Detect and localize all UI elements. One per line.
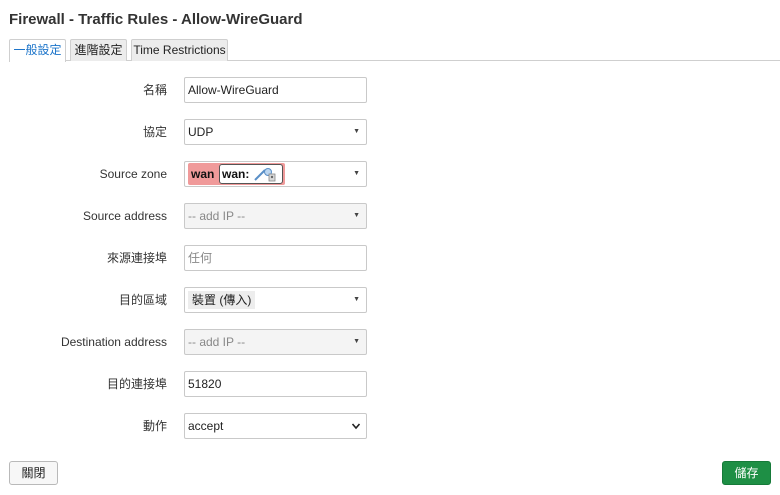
name-row: 名稱 Allow-WireGuard bbox=[0, 77, 780, 103]
destination-zone-value: 裝置 (傳入) bbox=[188, 291, 256, 309]
source-port-input[interactable]: 任何 bbox=[184, 245, 367, 271]
page-title: Firewall - Traffic Rules - Allow-WireGua… bbox=[9, 11, 303, 28]
action-select[interactable]: accept bbox=[184, 413, 367, 439]
chevron-down-icon bbox=[351, 423, 361, 430]
source-zone-label: Source zone bbox=[99, 167, 167, 181]
destination-port-input[interactable]: 51820 bbox=[184, 371, 367, 397]
tab-time-restrictions[interactable]: Time Restrictions bbox=[131, 39, 228, 61]
destination-zone-select[interactable]: 裝置 (傳入) ▼ bbox=[184, 287, 367, 313]
save-button[interactable]: 儲存 bbox=[722, 461, 771, 485]
source-port-row: 來源連接埠 任何 bbox=[0, 245, 780, 271]
action-value: accept bbox=[188, 419, 224, 433]
source-address-select[interactable]: -- add IP -- ▼ bbox=[184, 203, 367, 229]
tab-advanced-settings[interactable]: 進階設定 bbox=[70, 39, 127, 61]
destination-address-row: Destination address -- add IP -- ▼ bbox=[0, 329, 780, 355]
destination-port-row: 目的連接埠 51820 bbox=[0, 371, 780, 397]
source-port-label: 來源連接埠 bbox=[106, 251, 167, 265]
source-address-row: Source address -- add IP -- ▼ bbox=[0, 203, 780, 229]
protocol-label: 協定 bbox=[142, 125, 167, 139]
action-row: 動作 accept bbox=[0, 413, 780, 439]
destination-zone-row: 目的區域 裝置 (傳入) ▼ bbox=[0, 287, 780, 313]
name-label: 名稱 bbox=[142, 83, 167, 97]
source-address-placeholder: -- add IP -- bbox=[188, 209, 246, 223]
protocol-row: 協定 UDP ▼ bbox=[0, 119, 780, 145]
protocol-value: UDP bbox=[188, 125, 214, 139]
chevron-down-icon: ▼ bbox=[353, 338, 360, 345]
source-zone-select[interactable]: wan wan: ▼ bbox=[184, 161, 367, 187]
network-ethernet-icon bbox=[254, 168, 276, 182]
chevron-down-icon: ▼ bbox=[353, 128, 360, 135]
close-button[interactable]: 關閉 bbox=[9, 461, 58, 485]
action-label: 動作 bbox=[142, 419, 167, 433]
chevron-down-icon: ▼ bbox=[353, 296, 360, 303]
destination-address-select[interactable]: -- add IP -- ▼ bbox=[184, 329, 367, 355]
source-zone-row: Source zone wan wan: ▼ bbox=[0, 161, 780, 187]
destination-address-label: Destination address bbox=[60, 335, 167, 349]
tab-bar: 一般設定 進階設定 Time Restrictions bbox=[9, 39, 780, 62]
chevron-down-icon: ▼ bbox=[353, 170, 360, 177]
source-address-label: Source address bbox=[82, 209, 167, 223]
destination-address-placeholder: -- add IP -- bbox=[188, 335, 246, 349]
chevron-down-icon: ▼ bbox=[353, 212, 360, 219]
zone-badge-wan: wan wan: bbox=[188, 163, 285, 185]
tab-general-settings[interactable]: 一般設定 bbox=[9, 39, 66, 62]
zone-chip-label: wan: bbox=[222, 167, 250, 181]
name-input[interactable]: Allow-WireGuard bbox=[184, 77, 367, 103]
zone-name: wan bbox=[191, 167, 215, 181]
zone-network-chip: wan: bbox=[219, 164, 283, 184]
destination-port-label: 目的連接埠 bbox=[106, 377, 167, 391]
destination-zone-label: 目的區域 bbox=[118, 293, 167, 307]
protocol-select[interactable]: UDP ▼ bbox=[184, 119, 367, 145]
